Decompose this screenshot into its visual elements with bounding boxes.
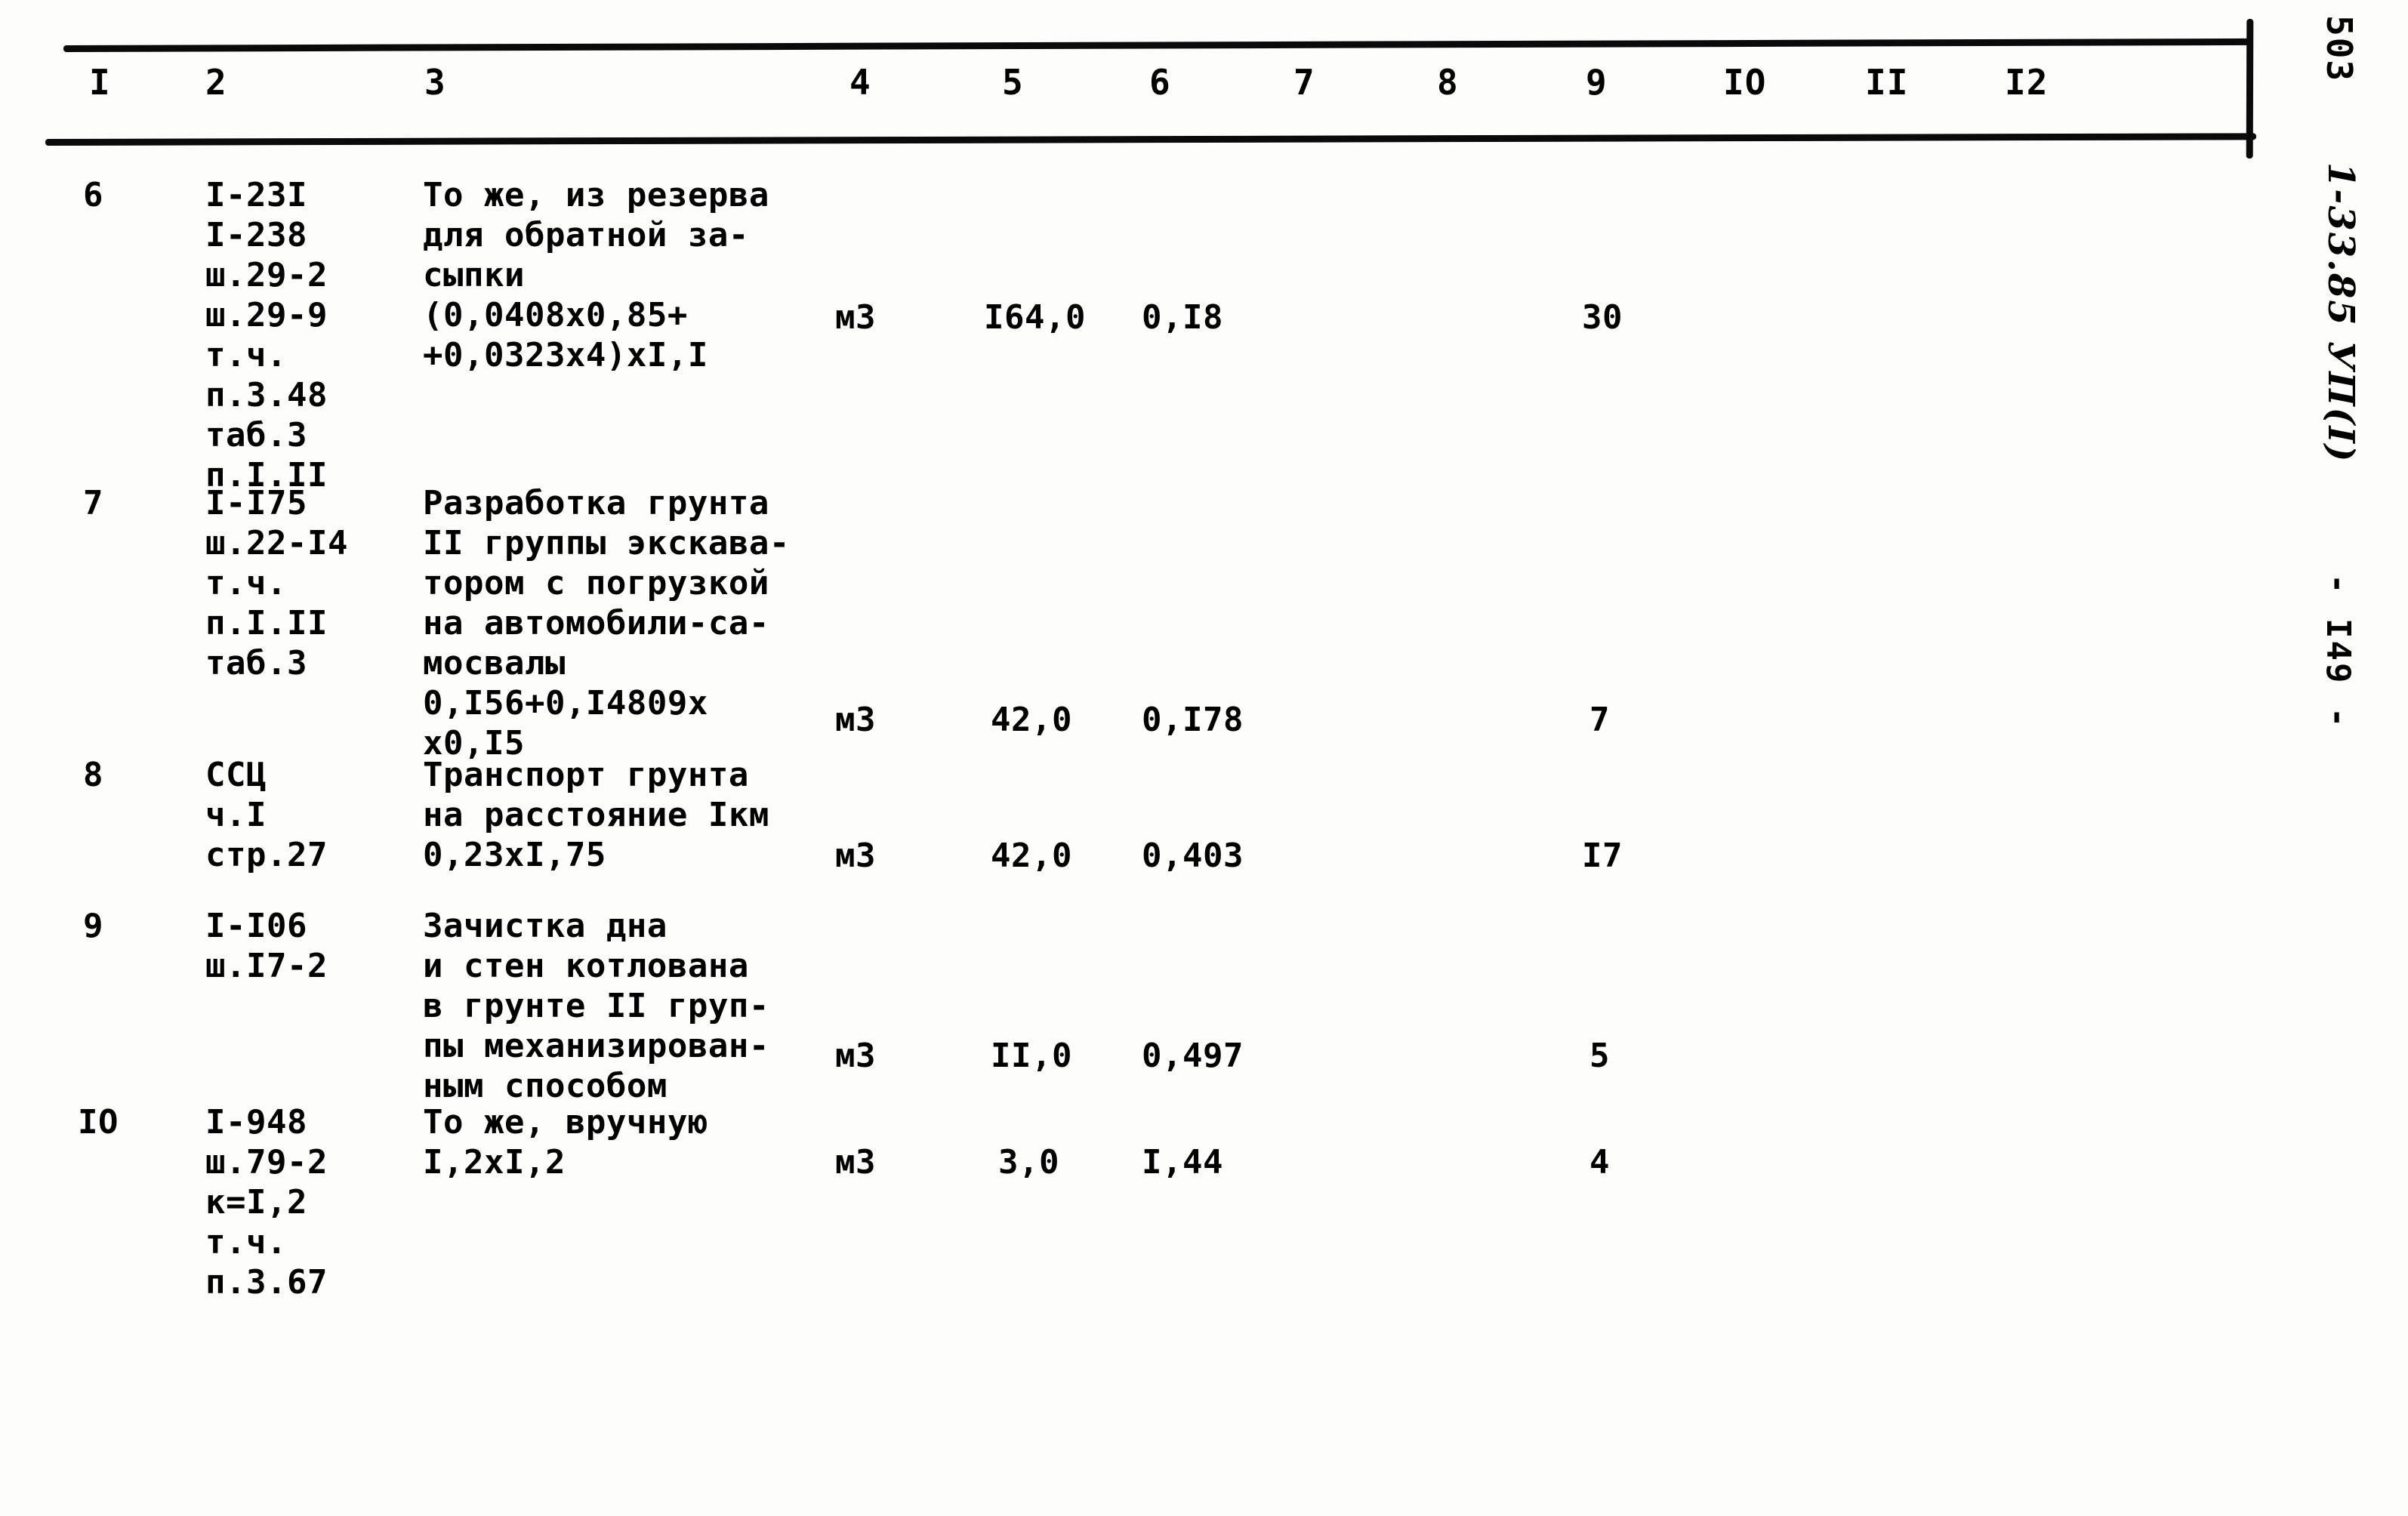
column-header-11: II bbox=[1865, 62, 1909, 103]
row-codes: I-I06 ш.I7-2 bbox=[205, 907, 328, 985]
row-codes: I-948 ш.79-2 к=I,2 т.ч. п.3.67 bbox=[205, 1103, 328, 1302]
row-unit: м3 bbox=[835, 298, 876, 337]
row-quantity: 42,0 bbox=[991, 701, 1072, 739]
row-codes: I-I75 ш.22-I4 т.ч. п.I.II таб.3 bbox=[205, 484, 348, 683]
row-col9: 4 bbox=[1589, 1143, 1610, 1182]
column-header-7: 7 bbox=[1293, 62, 1315, 103]
row-quantity: I64,0 bbox=[984, 298, 1086, 337]
column-header-12: I2 bbox=[2005, 62, 2049, 103]
row-price: 0,497 bbox=[1142, 1037, 1244, 1075]
row-position: 7 bbox=[83, 484, 103, 522]
row-unit: м3 bbox=[835, 837, 876, 875]
row-quantity: II,0 bbox=[991, 1037, 1072, 1075]
column-header-4: 4 bbox=[849, 62, 871, 103]
column-header-3: 3 bbox=[424, 62, 446, 103]
right-margin-annotations: 503 1-33.85 УП(I) - I49 - bbox=[2273, 0, 2401, 1516]
column-header-9: 9 bbox=[1586, 62, 1608, 103]
column-header-2: 2 bbox=[205, 62, 227, 103]
row-quantity: 3,0 bbox=[998, 1143, 1059, 1182]
column-header-8: 8 bbox=[1437, 62, 1459, 103]
row-price: 0,I78 bbox=[1142, 701, 1244, 739]
column-header-10: IO bbox=[1723, 62, 1767, 103]
row-position: 6 bbox=[83, 176, 103, 214]
row-description: Разработка грунта II группы экскава- тор… bbox=[423, 484, 790, 763]
row-position: 9 bbox=[83, 907, 103, 945]
row-col9: 5 bbox=[1589, 1037, 1610, 1075]
row-col9: 30 bbox=[1582, 298, 1623, 337]
row-position: IO bbox=[78, 1103, 119, 1142]
column-header-1: I bbox=[89, 62, 111, 103]
row-col9: 7 bbox=[1589, 701, 1610, 739]
handwritten-code: 1-33.85 УП(I) bbox=[2320, 162, 2362, 464]
row-quantity: 42,0 bbox=[991, 837, 1072, 875]
margin-rule bbox=[2246, 19, 2254, 159]
row-unit: м3 bbox=[835, 1037, 876, 1075]
page-marker: - I49 - bbox=[2319, 574, 2357, 730]
row-codes: I-23I I-238 ш.29-2 ш.29-9 т.ч. п.3.48 та… bbox=[205, 176, 328, 495]
row-description: Зачистка дна и стен котлована в грунте I… bbox=[423, 907, 769, 1105]
row-unit: м3 bbox=[835, 1143, 876, 1182]
row-col9: I7 bbox=[1582, 837, 1623, 875]
row-description: То же, из резерва для обратной за- сыпки… bbox=[423, 176, 769, 374]
row-codes: ССЦ ч.I стр.27 bbox=[205, 756, 328, 874]
table-top-rule bbox=[63, 38, 2253, 52]
table-header-rule bbox=[45, 133, 2257, 146]
row-price: I,44 bbox=[1142, 1143, 1223, 1182]
row-position: 8 bbox=[83, 756, 103, 794]
document-page: I 2 3 4 5 6 7 8 9 IO II I2 6 I-23I I-238… bbox=[0, 0, 2408, 1516]
row-unit: м3 bbox=[835, 701, 876, 739]
column-header-5: 5 bbox=[1002, 62, 1024, 103]
row-description: Транспорт грунта на расстояние Iкм 0,23х… bbox=[423, 756, 769, 874]
row-description: То же, вручную I,2хI,2 bbox=[423, 1103, 708, 1182]
row-price: 0,403 bbox=[1142, 837, 1244, 875]
row-price: 0,I8 bbox=[1142, 298, 1223, 337]
column-header-6: 6 bbox=[1149, 62, 1171, 103]
sheet-number: 503 bbox=[2319, 15, 2360, 83]
